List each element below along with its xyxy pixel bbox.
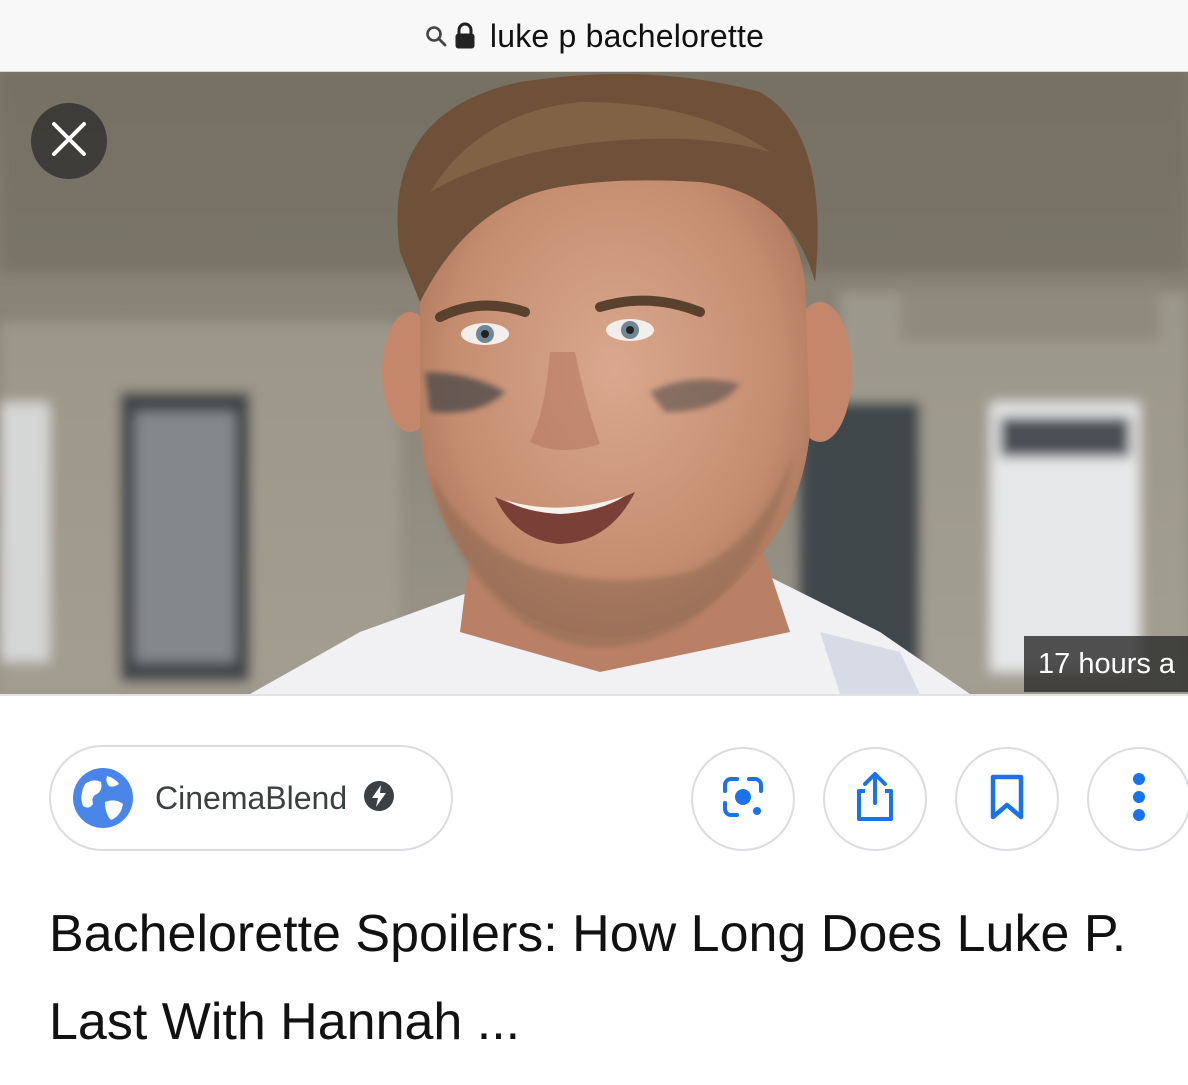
time-ago-badge: 17 hours a	[1024, 636, 1188, 692]
source-name: CinemaBlend	[155, 779, 348, 816]
address-bar-query: luke p bachelorette	[489, 17, 765, 54]
more-vertical-icon	[1129, 771, 1149, 828]
amp-lightning-icon	[363, 780, 395, 817]
result-image[interactable]	[0, 72, 1188, 694]
bookmark-icon	[987, 773, 1027, 826]
lens-button[interactable]	[691, 747, 795, 851]
address-bar-content: luke p bachelorette	[0, 0, 1188, 72]
lock-icon	[454, 22, 476, 50]
news-photo	[0, 72, 1188, 694]
save-button[interactable]	[955, 747, 1059, 851]
source-chip[interactable]: CinemaBlend	[49, 745, 453, 851]
more-button[interactable]	[1087, 747, 1188, 851]
result-headline[interactable]: Bachelorette Spoilers: How Long Does Luk…	[49, 890, 1159, 1066]
globe-icon	[71, 766, 135, 830]
divider	[0, 694, 1188, 696]
share-icon	[851, 771, 899, 828]
share-button[interactable]	[823, 747, 927, 851]
google-lens-icon	[719, 773, 767, 826]
address-bar[interactable]: luke p bachelorette	[0, 0, 1188, 72]
close-button[interactable]	[31, 103, 107, 179]
close-icon	[50, 120, 88, 163]
search-icon	[424, 24, 448, 48]
